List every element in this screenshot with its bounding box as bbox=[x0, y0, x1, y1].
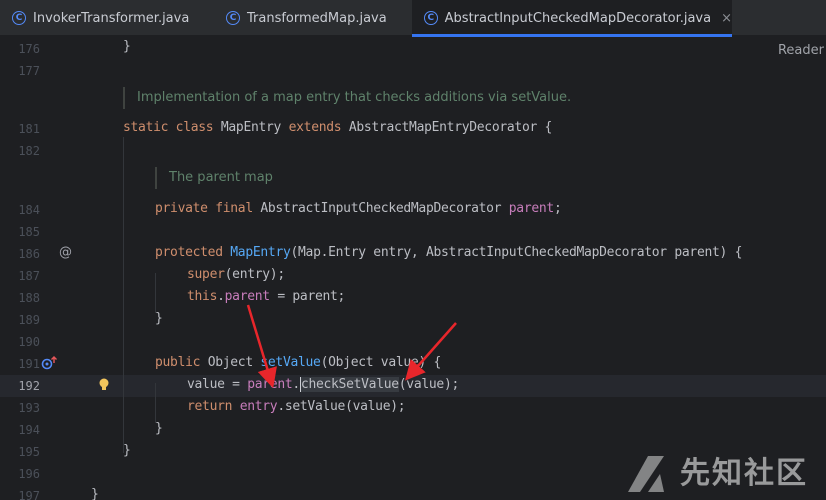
code-editor[interactable]: Reader 176 177 181 182 184 185 186 187 1… bbox=[0, 37, 826, 500]
watermark-text: 先知社区 bbox=[680, 456, 808, 491]
tab-label: AbstractInputCheckedMapDecorator.java bbox=[444, 10, 712, 26]
xianzhi-logo-icon bbox=[628, 456, 664, 492]
annotation-arrow-parent bbox=[246, 304, 277, 389]
java-class-icon: C bbox=[424, 11, 438, 25]
tab-invoker-transformer[interactable]: C InvokerTransformer.java bbox=[12, 0, 189, 36]
annotation-arrows bbox=[246, 304, 457, 389]
tab-transformed-map[interactable]: C TransformedMap.java bbox=[226, 0, 387, 36]
java-class-icon: C bbox=[226, 11, 240, 25]
tab-label: InvokerTransformer.java bbox=[33, 10, 190, 26]
annotation-arrow-checksetvalue bbox=[405, 322, 457, 381]
java-class-icon: C bbox=[12, 11, 26, 25]
tab-abstract-input-checked-map-decorator[interactable]: C AbstractInputCheckedMapDecorator.java … bbox=[412, 0, 732, 37]
close-tab-icon[interactable]: × bbox=[721, 11, 732, 26]
editor-tab-bar: C InvokerTransformer.java C TransformedM… bbox=[0, 0, 826, 37]
tab-label: TransformedMap.java bbox=[247, 10, 387, 26]
